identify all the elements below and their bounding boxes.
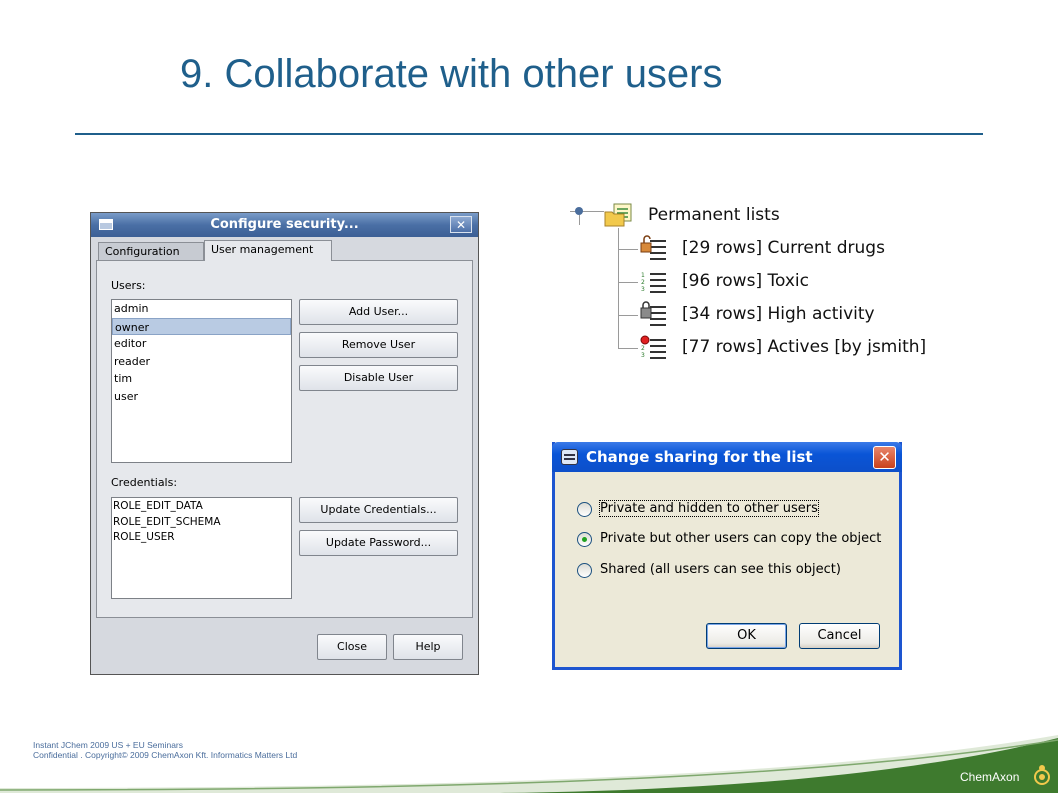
ok-button[interactable]: OK [706,623,787,649]
close-icon[interactable]: ✕ [450,216,472,233]
cancel-button[interactable]: Cancel [799,623,880,649]
radio-private-hidden[interactable]: Private and hidden to other users [577,500,877,520]
change-sharing-dialog: Change sharing for the list ✕ Private an… [552,442,902,670]
radio-private-copy[interactable]: Private but other users can copy the obj… [577,530,881,550]
tree-connector [618,282,638,283]
configure-security-dialog: Configure security... ✕ Configuration Us… [90,212,479,675]
list-item[interactable]: reader [112,353,291,371]
radio-shared[interactable]: Shared (all users can see this object) [577,561,877,581]
dialog-titlebar[interactable]: Configure security... ✕ [91,213,478,237]
svg-text:3: 3 [641,352,645,359]
tree-connector [618,228,619,349]
permanent-lists-tree: Permanent lists [29 rows] Current drugs … [570,195,970,365]
update-credentials-button[interactable]: Update Credentials... [299,497,458,523]
list-item[interactable]: [34 rows] High activity [682,304,875,324]
list-item[interactable]: tim [112,370,291,388]
update-password-button[interactable]: Update Password... [299,530,458,556]
disable-user-button[interactable]: Disable User [299,365,458,391]
list-item[interactable]: admin [112,300,291,318]
svg-text:2: 2 [641,345,645,352]
radio-label[interactable]: Shared (all users can see this object) [600,562,841,577]
tree-expander-icon[interactable] [575,207,583,215]
user-management-panel: Users: admin owner editor reader tim use… [96,260,473,618]
radio-label[interactable]: Private but other users can copy the obj… [600,531,881,546]
users-list[interactable]: admin owner editor reader tim user [111,299,292,463]
list-icon [561,449,578,465]
credentials-list[interactable]: ROLE_EDIT_DATA ROLE_EDIT_SCHEMA ROLE_USE… [111,497,292,599]
dialog-title: Change sharing for the list [586,448,813,466]
tab-user-management[interactable]: User management [204,240,332,261]
radio-label[interactable]: Private and hidden to other users [599,500,819,517]
brand-name: ChemAxon [960,770,1020,784]
users-label: Users: [111,279,146,292]
close-button[interactable]: Close [317,634,387,660]
list-item[interactable]: [77 rows] Actives [by jsmith] [682,337,926,357]
radio-button[interactable] [577,563,592,578]
close-icon[interactable]: ✕ [873,446,896,469]
svg-text:3: 3 [641,286,645,293]
chemaxon-logo-icon [1034,765,1050,785]
shared-list-icon: 2 3 [640,335,666,359]
credentials-label: Credentials: [111,476,178,489]
list-item[interactable]: ROLE_EDIT_SCHEMA [112,515,291,531]
svg-text:1: 1 [641,272,645,279]
footer-swoosh [0,735,1058,793]
list-item[interactable]: user [112,388,291,406]
title-divider [75,133,983,135]
dialog-title: Configure security... [210,217,359,232]
slide-title: 9. Collaborate with other users [180,52,723,96]
list-item[interactable]: ROLE_USER [112,530,291,546]
list-item[interactable]: editor [112,335,291,353]
tree-root-label[interactable]: Permanent lists [648,205,780,225]
radio-button[interactable] [577,532,592,547]
locked-list-icon [640,301,666,326]
unlocked-list-icon [640,235,666,260]
svg-text:2: 2 [641,279,645,286]
list-icon: 1 2 3 [641,272,666,293]
tree-connector [579,215,580,225]
tree-connector [618,315,638,316]
radio-button[interactable] [577,502,592,517]
list-item[interactable]: owner [112,317,291,335]
dialog-titlebar[interactable]: Change sharing for the list ✕ [552,442,902,472]
add-user-button[interactable]: Add User... [299,299,458,325]
list-item[interactable]: [96 rows] Toxic [682,271,809,291]
folder-icon [604,203,632,227]
remove-user-button[interactable]: Remove User [299,332,458,358]
tree-connector [618,348,638,349]
tree-connector [618,249,638,250]
list-item[interactable]: [29 rows] Current drugs [682,238,885,258]
help-button[interactable]: Help [393,634,463,660]
list-item[interactable]: ROLE_EDIT_DATA [112,499,291,515]
tab-configuration[interactable]: Configuration [98,242,204,261]
